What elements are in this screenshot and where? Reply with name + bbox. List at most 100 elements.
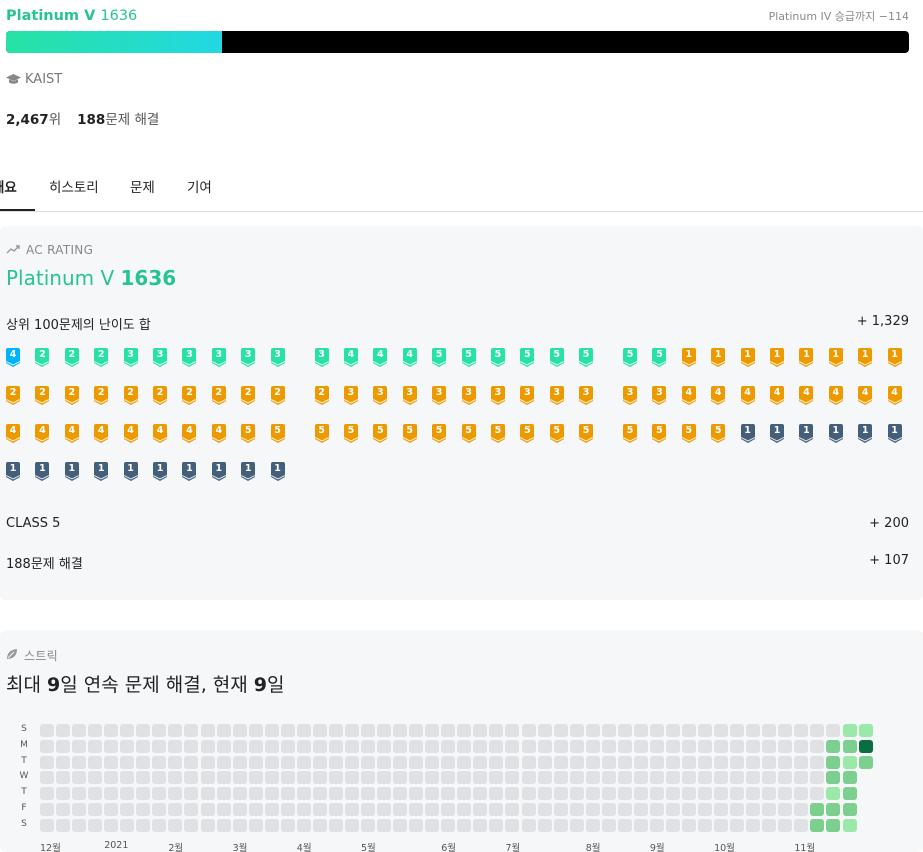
streak-day-cell[interactable]: [88, 755, 103, 769]
streak-day-cell[interactable]: [312, 739, 327, 753]
streak-day-cell[interactable]: [168, 771, 183, 785]
streak-day-cell[interactable]: [778, 771, 793, 785]
streak-day-cell[interactable]: [842, 803, 857, 816]
tier-badge[interactable]: 1: [64, 462, 80, 481]
streak-day-cell[interactable]: [762, 739, 777, 753]
tier-badge[interactable]: 1: [799, 424, 814, 443]
streak-day-cell[interactable]: [72, 739, 87, 753]
streak-day-cell[interactable]: [184, 818, 199, 832]
streak-day-cell[interactable]: [633, 739, 648, 753]
streak-day-cell[interactable]: [248, 818, 263, 832]
streak-day-cell[interactable]: [585, 739, 600, 753]
streak-day-cell[interactable]: [842, 818, 857, 832]
streak-day-cell[interactable]: [248, 803, 263, 816]
streak-day-cell[interactable]: [521, 818, 536, 832]
tier-badge[interactable]: 5: [549, 424, 564, 443]
streak-day-cell[interactable]: [585, 755, 600, 769]
streak-day-cell[interactable]: [409, 755, 424, 769]
streak-day-cell[interactable]: [762, 818, 777, 832]
tier-badge[interactable]: 4: [5, 424, 21, 443]
streak-day-cell[interactable]: [569, 771, 584, 785]
tier-badge[interactable]: 3: [461, 386, 476, 405]
tier-badge[interactable]: 3: [240, 348, 256, 367]
streak-day-cell[interactable]: [633, 755, 648, 769]
streak-day-cell[interactable]: [746, 803, 761, 816]
tier-badge[interactable]: 5: [652, 424, 667, 443]
streak-day-cell[interactable]: [152, 787, 167, 801]
streak-day-cell[interactable]: [505, 739, 520, 753]
streak-day-cell[interactable]: [441, 771, 456, 785]
streak-day-cell[interactable]: [794, 771, 809, 785]
streak-day-cell[interactable]: [649, 787, 664, 801]
streak-day-cell[interactable]: [136, 755, 151, 769]
tier-badge[interactable]: 2: [64, 348, 80, 367]
streak-day-cell[interactable]: [842, 755, 857, 769]
tier-badge[interactable]: 5: [402, 424, 417, 443]
tier-badge[interactable]: 5: [520, 348, 535, 367]
streak-day-cell[interactable]: [649, 724, 664, 737]
streak-day-cell[interactable]: [537, 787, 552, 801]
tier-badge[interactable]: 1: [240, 462, 256, 481]
tier-badge[interactable]: 4: [857, 386, 873, 405]
tier-badge[interactable]: 2: [35, 386, 50, 405]
streak-day-cell[interactable]: [794, 724, 809, 737]
streak-day-cell[interactable]: [393, 755, 408, 769]
tab-overview[interactable]: 개요: [0, 176, 17, 196]
streak-day-cell[interactable]: [617, 724, 632, 737]
streak-day-cell[interactable]: [88, 803, 103, 816]
tier-badge[interactable]: 1: [93, 462, 109, 481]
tier-badge[interactable]: 4: [93, 424, 109, 443]
streak-day-cell[interactable]: [858, 739, 873, 753]
streak-day-cell[interactable]: [810, 739, 825, 753]
tier-badge[interactable]: 4: [799, 386, 814, 405]
streak-day-cell[interactable]: [810, 771, 825, 785]
streak-day-cell[interactable]: [649, 818, 664, 832]
tier-badge[interactable]: 4: [152, 424, 168, 443]
streak-day-cell[interactable]: [858, 755, 873, 769]
streak-day-cell[interactable]: [633, 787, 648, 801]
tier-badge[interactable]: 5: [490, 424, 506, 443]
streak-day-cell[interactable]: [296, 787, 311, 801]
tier-badge[interactable]: 5: [373, 424, 388, 443]
tier-badge[interactable]: 1: [710, 348, 726, 367]
tier-badge[interactable]: 3: [622, 386, 638, 405]
streak-day-cell[interactable]: [184, 787, 199, 801]
streak-day-cell[interactable]: [409, 739, 424, 753]
streak-day-cell[interactable]: [457, 755, 472, 769]
streak-day-cell[interactable]: [505, 755, 520, 769]
tier-badge[interactable]: 1: [211, 462, 227, 481]
streak-day-cell[interactable]: [184, 739, 199, 753]
streak-day-cell[interactable]: [505, 771, 520, 785]
tier-badge[interactable]: 4: [182, 424, 197, 443]
tier-badge[interactable]: 2: [93, 348, 109, 367]
streak-day-cell[interactable]: [104, 771, 119, 785]
streak-day-cell[interactable]: [665, 771, 680, 785]
tier-badge[interactable]: 5: [314, 424, 329, 443]
streak-day-cell[interactable]: [344, 755, 359, 769]
streak-day-cell[interactable]: [264, 755, 279, 769]
tier-badge[interactable]: 1: [681, 348, 697, 367]
streak-day-cell[interactable]: [682, 818, 696, 832]
streak-day-cell[interactable]: [441, 724, 456, 737]
streak-day-cell[interactable]: [104, 724, 119, 737]
streak-day-cell[interactable]: [120, 771, 135, 785]
streak-day-cell[interactable]: [810, 818, 825, 832]
streak-day-cell[interactable]: [152, 771, 167, 785]
streak-day-cell[interactable]: [280, 771, 295, 785]
streak-day-cell[interactable]: [409, 771, 424, 785]
streak-day-cell[interactable]: [56, 771, 71, 785]
streak-day-cell[interactable]: [296, 771, 311, 785]
streak-day-cell[interactable]: [682, 803, 696, 816]
streak-day-cell[interactable]: [120, 739, 135, 753]
streak-day-cell[interactable]: [473, 803, 488, 816]
tier-badge[interactable]: 4: [681, 386, 697, 405]
streak-day-cell[interactable]: [168, 818, 183, 832]
tier-badge[interactable]: 3: [431, 386, 447, 405]
streak-day-cell[interactable]: [489, 724, 504, 737]
streak-day-cell[interactable]: [778, 755, 793, 769]
streak-day-cell[interactable]: [746, 818, 761, 832]
streak-day-cell[interactable]: [216, 771, 231, 785]
streak-day-cell[interactable]: [714, 755, 729, 769]
tier-badge[interactable]: 4: [35, 424, 50, 443]
streak-day-cell[interactable]: [826, 755, 841, 769]
